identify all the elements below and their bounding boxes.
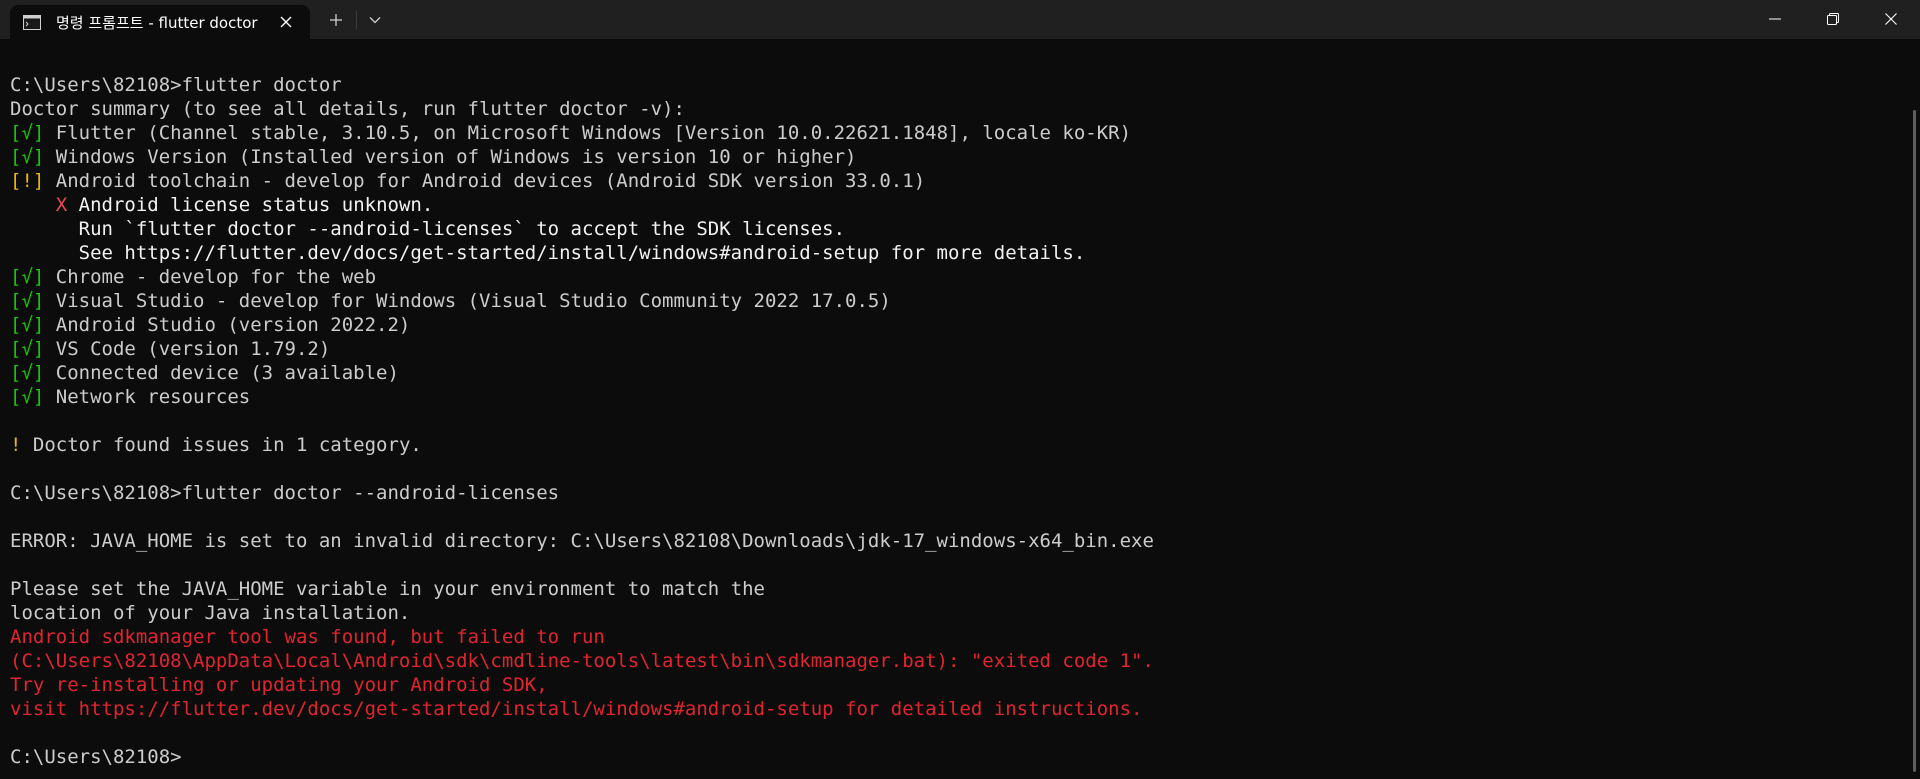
tab-divider [356, 10, 357, 30]
terminal-line: [√] Windows Version (Installed version o… [10, 145, 1890, 169]
terminal-text: Doctor found issues in 1 category. [21, 434, 422, 456]
terminal-text: [√] [10, 146, 45, 168]
terminal-line: See https://flutter.dev/docs/get-started… [10, 241, 1890, 265]
terminal-text: Please set the JAVA_HOME variable in you… [10, 578, 765, 600]
terminal-line: [√] VS Code (version 1.79.2) [10, 337, 1890, 361]
terminal-text: Chrome - develop for the web [44, 266, 377, 288]
vertical-scrollbar[interactable] [1913, 110, 1916, 772]
terminal-text: location of your Java installation. [10, 602, 411, 624]
terminal-text: C:\Users\82108>flutter doctor [10, 74, 342, 96]
terminal-line: ! Doctor found issues in 1 category. [10, 433, 1890, 457]
terminal-line: C:\Users\82108> [10, 745, 1890, 769]
plus-icon [330, 14, 342, 26]
terminal-icon [22, 14, 42, 30]
terminal-text: Android toolchain - develop for Android … [44, 170, 926, 192]
terminal-text: ERROR: JAVA_HOME is set to an invalid di… [10, 530, 1154, 552]
terminal-text: C:\Users\82108>flutter doctor --android-… [10, 482, 560, 504]
terminal-window: 명령 프롬프트 - flutter doctor C:\Users\82108>… [0, 0, 1920, 779]
terminal-output[interactable]: C:\Users\82108>flutter doctor Doctor summ… [10, 73, 1890, 769]
terminal-text: Connected device (3 available) [44, 362, 399, 384]
terminal-text: ! [10, 434, 22, 456]
terminal-text: Android sdkmanager tool was found, but f… [10, 626, 605, 648]
terminal-text: Network resources [44, 386, 251, 408]
terminal-text: VS Code (version 1.79.2) [44, 338, 331, 360]
minimize-button[interactable] [1746, 0, 1804, 37]
terminal-text: Flutter (Channel stable, 3.10.5, on Micr… [44, 122, 1132, 144]
terminal-line: Try re-installing or updating your Andro… [10, 673, 1890, 697]
terminal-text: Visual Studio - develop for Windows (Vis… [44, 290, 891, 312]
terminal-text: See https://flutter.dev/docs/get-started… [10, 242, 1086, 264]
terminal-line: [√] Network resources [10, 385, 1890, 409]
close-window-button[interactable] [1862, 0, 1920, 37]
terminal-line: location of your Java installation. [10, 601, 1890, 625]
terminal-text: X [55, 194, 68, 216]
terminal-text: [√] [10, 362, 45, 384]
terminal-text: visit https://flutter.dev/docs/get-start… [10, 698, 1143, 720]
terminal-line: [√] Connected device (3 available) [10, 361, 1890, 385]
terminal-text: [√] [10, 122, 45, 144]
terminal-text: Windows Version (Installed version of Wi… [44, 146, 857, 168]
terminal-text: [√] [10, 338, 45, 360]
terminal-text: [√] [10, 314, 45, 336]
close-tab-icon[interactable] [274, 10, 298, 34]
terminal-text: [√] [10, 290, 45, 312]
terminal-line: Doctor summary (to see all details, run … [10, 97, 1890, 121]
close-icon [1885, 12, 1897, 25]
terminal-line: Please set the JAVA_HOME variable in you… [10, 577, 1890, 601]
tab-title: 명령 프롬프트 - flutter doctor [56, 13, 258, 32]
terminal-text: [√] [10, 386, 45, 408]
terminal-line: [√] Chrome - develop for the web [10, 265, 1890, 289]
chevron-down-icon [369, 17, 381, 24]
terminal-text: Android Studio (version 2022.2) [44, 314, 411, 336]
terminal-text: [!] [10, 170, 45, 192]
terminal-line: Run `flutter doctor --android-licenses` … [10, 217, 1890, 241]
tab-dropdown-button[interactable] [360, 6, 390, 34]
terminal-line: [√] Visual Studio - develop for Windows … [10, 289, 1890, 313]
terminal-text: C:\Users\82108> [10, 746, 182, 768]
new-tab-button[interactable] [320, 6, 352, 34]
terminal-text: Run `flutter doctor --android-licenses` … [10, 218, 846, 240]
terminal-text: (C:\Users\82108\AppData\Local\Android\sd… [10, 650, 1154, 672]
terminal-line: C:\Users\82108>flutter doctor --android-… [10, 481, 1890, 505]
terminal-text: Android license status unknown. [67, 194, 434, 216]
terminal-line: C:\Users\82108>flutter doctor [10, 73, 1890, 97]
terminal-line: [√] Android Studio (version 2022.2) [10, 313, 1890, 337]
terminal-text: [√] [10, 266, 45, 288]
minimize-icon [1769, 18, 1781, 19]
terminal-line: X Android license status unknown. [10, 193, 1890, 217]
terminal-line: ERROR: JAVA_HOME is set to an invalid di… [10, 529, 1890, 553]
terminal-line: [!] Android toolchain - develop for Andr… [10, 169, 1890, 193]
terminal-line: (C:\Users\82108\AppData\Local\Android\sd… [10, 649, 1890, 673]
title-bar[interactable]: 명령 프롬프트 - flutter doctor [0, 0, 1920, 39]
terminal-text: Doctor summary (to see all details, run … [10, 98, 685, 120]
terminal-text: Try re-installing or updating your Andro… [10, 674, 548, 696]
restore-button[interactable] [1804, 0, 1862, 37]
tab-command-prompt[interactable]: 명령 프롬프트 - flutter doctor [10, 5, 310, 39]
terminal-line: Android sdkmanager tool was found, but f… [10, 625, 1890, 649]
restore-icon [1827, 12, 1839, 25]
terminal-line: visit https://flutter.dev/docs/get-start… [10, 697, 1890, 721]
terminal-line: [√] Flutter (Channel stable, 3.10.5, on … [10, 121, 1890, 145]
